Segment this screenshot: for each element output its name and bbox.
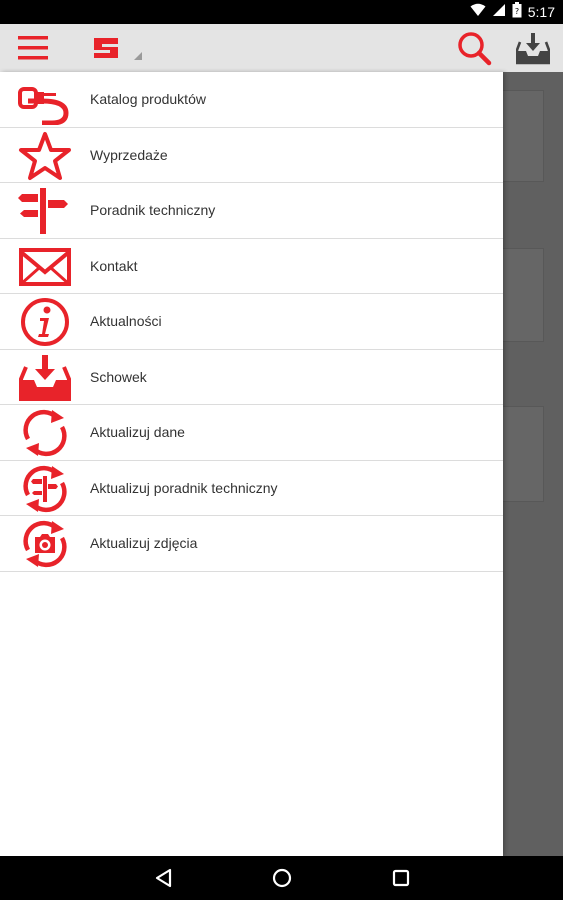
navigation-drawer: Katalog produktów Wyprzedaże Poradnik te… [0, 72, 503, 856]
drawer-item-label: Aktualności [90, 313, 162, 329]
app-logo[interactable] [92, 34, 144, 64]
star-icon [18, 131, 72, 181]
recents-icon[interactable] [387, 864, 415, 892]
drawer-item-catalog[interactable]: Katalog produktów [0, 72, 503, 128]
app-bar [0, 24, 563, 72]
back-icon[interactable] [150, 864, 178, 892]
inbox-download-icon [18, 353, 72, 403]
search-icon[interactable] [456, 30, 492, 66]
drawer-item-label: Poradnik techniczny [90, 202, 216, 218]
drawer-item-label: Katalog produktów [90, 91, 206, 107]
drawer-item-clipboard[interactable]: Schowek [0, 350, 503, 405]
drawer-item-label: Wyprzedaże [90, 146, 168, 163]
refresh-icon [18, 408, 72, 458]
cell-signal-icon [492, 3, 506, 22]
envelope-icon [18, 242, 72, 292]
drawer-item-update-technical-guide[interactable]: Aktualizuj poradnik techniczny [0, 461, 503, 516]
status-time: 5:17 [527, 4, 555, 20]
signpost-icon [18, 186, 72, 236]
refresh-camera-icon [18, 519, 72, 569]
home-icon[interactable] [268, 864, 296, 892]
hamburger-menu-icon[interactable] [18, 33, 48, 63]
drawer-item-label: Schowek [90, 368, 147, 385]
drawer-item-contact[interactable]: Kontakt [0, 239, 503, 294]
drawer-item-technical-guide[interactable]: Poradnik techniczny [0, 183, 503, 239]
drawer-item-sales[interactable]: Wyprzedaże [0, 128, 503, 183]
inbox-download-icon[interactable] [515, 30, 551, 66]
refresh-signpost-icon [18, 464, 72, 514]
info-icon [18, 297, 72, 347]
drawer-item-news[interactable]: Aktualności [0, 294, 503, 350]
drawer-item-update-photos[interactable]: Aktualizuj zdjęcia [0, 516, 503, 572]
drawer-item-label: Kontakt [90, 257, 138, 274]
drawer-item-update-data[interactable]: Aktualizuj dane [0, 405, 503, 461]
drawer-item-label: Aktualizuj poradnik techniczny [90, 479, 278, 496]
wifi-icon [470, 3, 486, 22]
plug-icon [18, 75, 72, 125]
system-nav-bar [0, 856, 563, 900]
battery-icon: ? [512, 1, 522, 23]
drawer-item-label: Aktualizuj dane [90, 424, 185, 440]
drawer-item-label: Aktualizuj zdjęcia [90, 535, 198, 551]
status-bar: ? 5:17 [0, 0, 563, 24]
svg-text:?: ? [515, 7, 519, 16]
